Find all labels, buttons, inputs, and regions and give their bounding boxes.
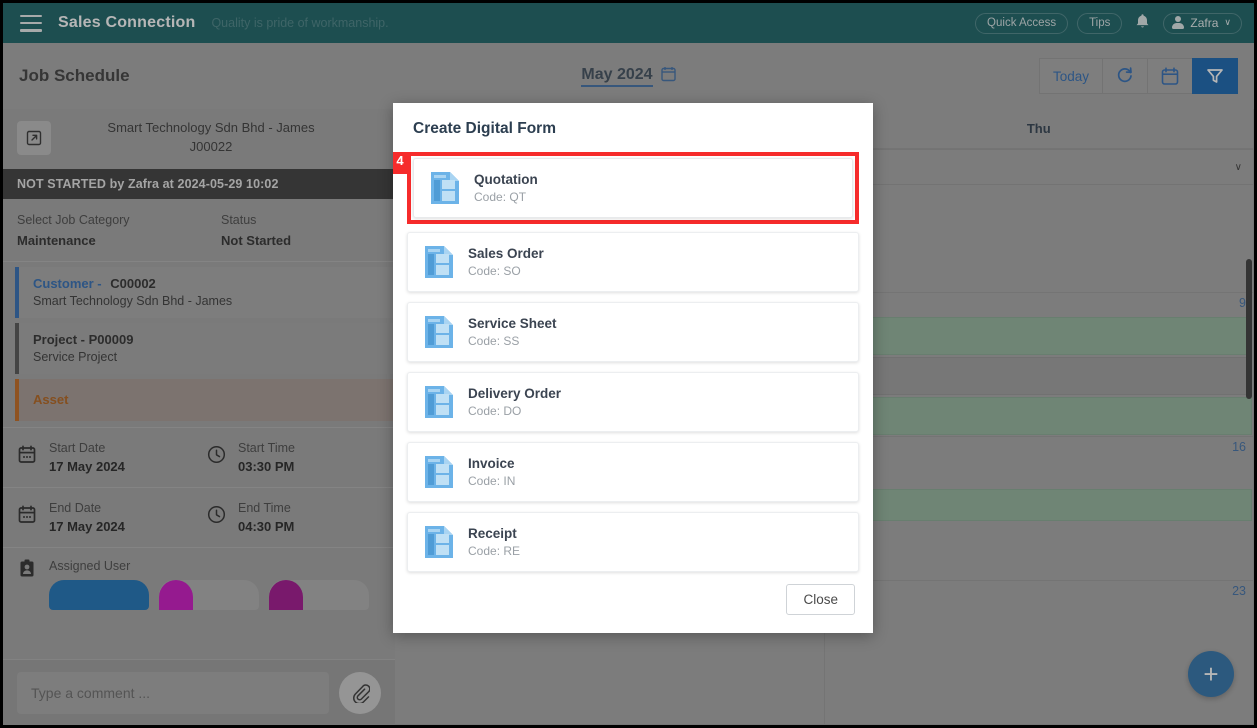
modal-title: Create Digital Form — [413, 120, 556, 137]
form-item-text: Receipt Code: RE — [468, 526, 520, 558]
form-item-receipt[interactable]: Receipt Code: RE — [407, 512, 859, 572]
form-item-code: Code: SS — [468, 334, 520, 348]
form-item-code: Code: IN — [468, 474, 516, 488]
digital-form-list: 4 Quotation Code: QT Sales Order Code: S… — [393, 152, 873, 578]
form-item-text: Invoice Code: IN — [468, 456, 515, 488]
form-item-sales-order[interactable]: Sales Order Code: SO — [407, 232, 859, 292]
document-icon — [424, 525, 454, 559]
form-item-text: Quotation Code: QT — [474, 172, 538, 204]
form-item-name: Delivery Order — [468, 386, 562, 401]
create-digital-form-modal: Create Digital Form 4 Quotation Code: QT — [393, 103, 873, 633]
form-item-code: Code: DO — [468, 404, 522, 418]
modal-footer: Close — [393, 578, 873, 633]
form-item-text: Service Sheet Code: SS — [468, 316, 557, 348]
app-window: Sales Connection Quality is pride of wor… — [0, 0, 1257, 728]
form-item-name: Sales Order — [468, 246, 544, 261]
document-icon — [430, 171, 460, 205]
document-icon — [424, 455, 454, 489]
form-item-name: Quotation — [474, 172, 538, 187]
annotation-step-badge: 4 — [393, 152, 411, 174]
form-item-name: Receipt — [468, 526, 517, 541]
form-item-name: Invoice — [468, 456, 515, 471]
document-icon — [424, 315, 454, 349]
form-item-text: Delivery Order Code: DO — [468, 386, 561, 418]
document-icon — [424, 385, 454, 419]
form-item-code: Code: QT — [474, 190, 527, 204]
form-item-code: Code: RE — [468, 544, 521, 558]
form-item-text: Sales Order Code: SO — [468, 246, 544, 278]
document-icon — [424, 245, 454, 279]
form-item-quotation[interactable]: Quotation Code: QT — [413, 158, 853, 218]
close-button[interactable]: Close — [786, 584, 855, 615]
highlight-annotation: 4 Quotation Code: QT — [393, 152, 859, 224]
form-item-service-sheet[interactable]: Service Sheet Code: SS — [407, 302, 859, 362]
form-item-delivery-order[interactable]: Delivery Order Code: DO — [407, 372, 859, 432]
form-item-invoice[interactable]: Invoice Code: IN — [407, 442, 859, 502]
form-item-code: Code: SO — [468, 264, 521, 278]
form-item-name: Service Sheet — [468, 316, 557, 331]
